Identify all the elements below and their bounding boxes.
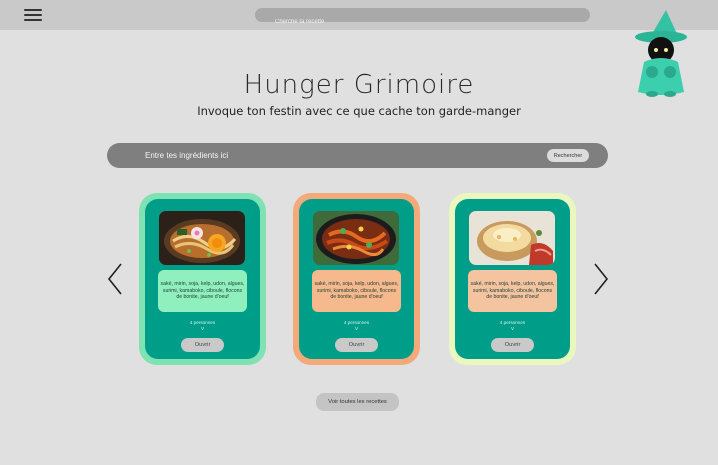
vegetarian-badge: V (200, 326, 205, 331)
open-recipe-button[interactable]: Ouvrir (181, 338, 224, 352)
vegetarian-badge: V (354, 326, 359, 331)
recipe-card[interactable]: saké, mirin, soja, kelp, udon, algues, s… (449, 193, 576, 365)
hamburger-menu-icon[interactable] (24, 9, 42, 21)
recipe-search-input[interactable] (255, 15, 575, 29)
vegetarian-badge: V (510, 326, 515, 331)
recipe-ingredients: saké, mirin, soja, kelp, udon, algues, s… (158, 270, 247, 312)
open-recipe-button[interactable]: Ouvrir (335, 338, 378, 352)
top-bar (0, 0, 718, 30)
recipe-meta: 4 personnes V (455, 320, 570, 332)
search-button[interactable]: Rechercher (547, 149, 589, 162)
gratin-dish-photo (469, 211, 555, 265)
recipe-card-body: saké, mirin, soja, kelp, udon, algues, s… (299, 199, 414, 359)
recipe-card[interactable]: saké, mirin, soja, kelp, udon, algues, s… (139, 193, 266, 365)
app-subtitle: Invoque ton festin avec ce que cache ton… (197, 104, 521, 118)
recipe-card-body: saké, mirin, soja, kelp, udon, algues, s… (455, 199, 570, 359)
recipe-card-body: saké, mirin, soja, kelp, udon, algues, s… (145, 199, 260, 359)
app-title: Hunger Grimoire (243, 70, 475, 100)
recipe-search-field[interactable] (255, 8, 590, 29)
chevron-right-icon[interactable] (592, 262, 610, 296)
recipe-ingredients: saké, mirin, soja, kelp, udon, algues, s… (468, 270, 557, 312)
ingredients-search-bar[interactable] (107, 143, 608, 168)
open-recipe-button[interactable]: Ouvrir (491, 338, 534, 352)
recipe-ingredients: saké, mirin, soja, kelp, udon, algues, s… (312, 270, 401, 312)
recipe-meta: 4 personnes V (299, 320, 414, 332)
all-recipes-button[interactable]: Voir toutes les recettes (316, 393, 399, 411)
ramen-bowl-photo (159, 211, 245, 265)
stir-fry-pan-photo (313, 211, 399, 265)
ingredients-input[interactable] (145, 143, 525, 168)
recipe-meta: 4 personnes V (145, 320, 260, 332)
chevron-left-icon[interactable] (106, 262, 124, 296)
recipe-card[interactable]: saké, mirin, soja, kelp, udon, algues, s… (293, 193, 420, 365)
